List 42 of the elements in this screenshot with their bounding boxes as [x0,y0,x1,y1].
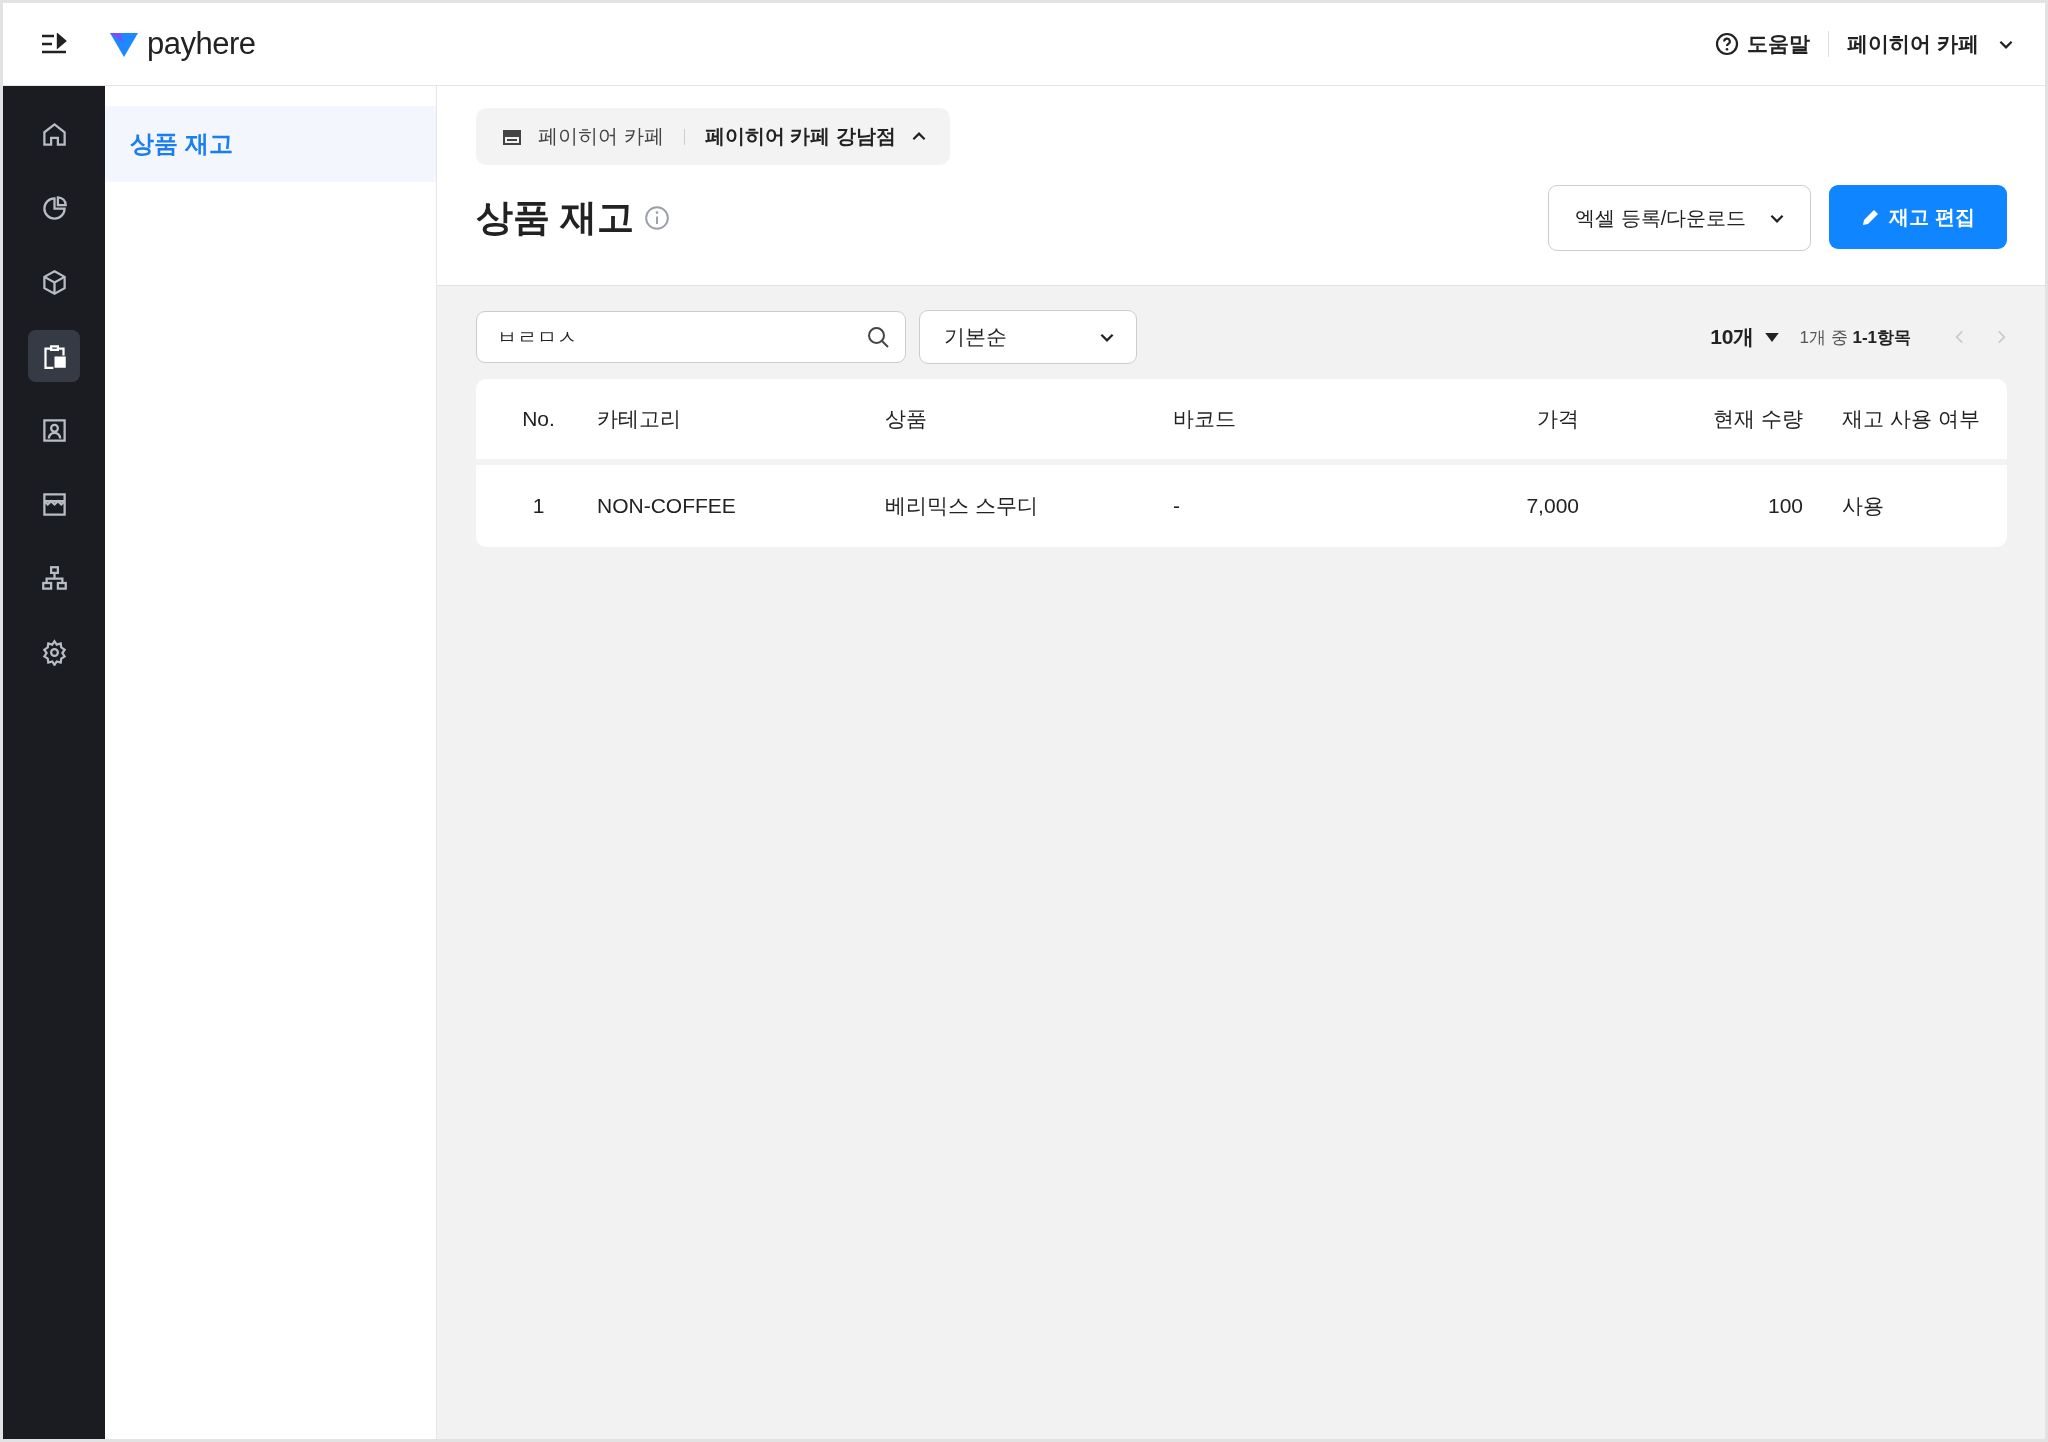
hierarchy-icon [40,564,68,592]
logo-text: payhere [147,26,256,62]
caret-down-icon [1764,332,1779,342]
column-header: No. [522,407,555,430]
table-cell: - [1173,494,1180,517]
table-cell: 100 [1767,494,1803,517]
sort-dropdown[interactable]: 기본순 [919,310,1137,364]
column-header: 현재 수량 [1713,407,1803,430]
home-icon [40,120,68,148]
page-size-dropdown[interactable]: 10개 [1710,323,1779,351]
breadcrumb-parent[interactable]: 페이히어 카페 [538,123,664,150]
range-text: 1개 중 1-1항목 [1799,326,1911,349]
table-cell: 7,000 [1526,494,1579,517]
contact-card-icon [40,416,68,444]
breadcrumb-current[interactable]: 페이히어 카페 강남점 [704,123,896,150]
storefront-icon [40,490,68,518]
table-cell: 베리믹스 스무디 [885,494,1038,517]
store-selector[interactable]: 페이히어 카페 [1847,30,2015,58]
sidebar-item[interactable]: 상품 재고 [105,106,436,182]
store-breadcrumb[interactable]: 페이히어 카페 페이히어 카페 강남점 [476,108,950,165]
search-icon[interactable] [866,325,890,349]
cube-icon [40,268,68,296]
info-icon[interactable] [644,205,671,231]
column-header: 재고 사용 여부 [1842,407,1980,430]
edit-stock-button[interactable]: 재고 편집 [1829,185,2007,249]
nav-clipboard-button[interactable] [28,330,80,382]
column-header: 상품 [885,407,927,430]
table-cell: NON-COFFEE [597,494,736,517]
column-header: 가격 [1537,407,1579,430]
search-field[interactable]: ㅂㄹㅁㅅ [476,311,906,363]
help-button[interactable]: 도움말 [1715,30,1811,58]
table-cell: 사용 [1842,494,1884,517]
help-icon [1715,32,1740,56]
column-header: 바코드 [1173,407,1236,430]
store-icon [502,128,522,145]
excel-dropdown-button[interactable]: 엑셀 등록/다운로드 [1548,185,1812,251]
settings-icon [40,638,68,666]
menu-icon[interactable] [41,33,67,55]
column-header: 카테고리 [597,407,681,430]
table-cell: 1 [532,494,545,517]
pie-chart-icon [40,194,68,222]
page-title: 상품 재고 [476,196,635,240]
